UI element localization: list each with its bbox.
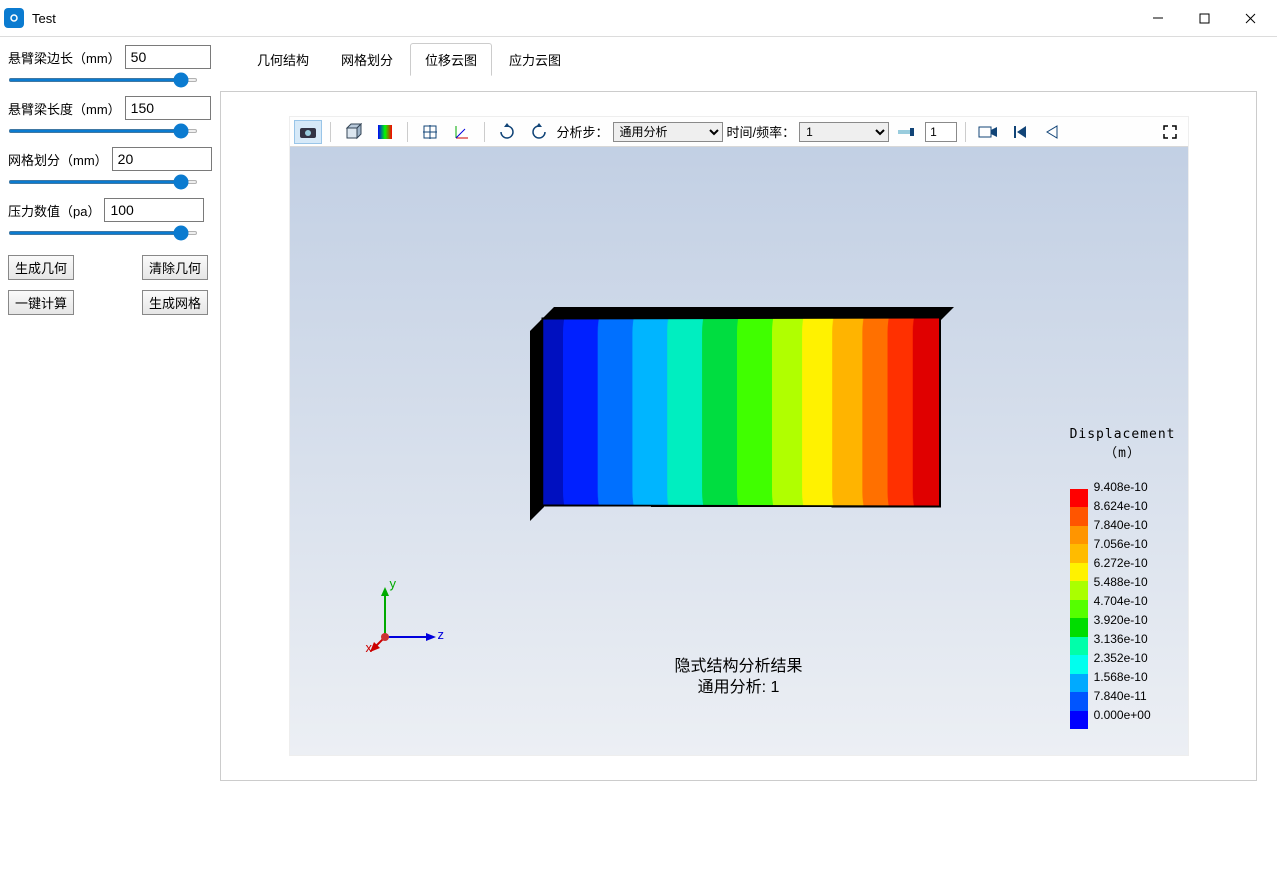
view-cube-icon[interactable] [339,120,367,144]
one-click-calc-button[interactable]: 一键计算 [8,290,74,315]
param-input-2[interactable] [112,147,212,171]
param-label-1: 悬臂梁长度（mm） [8,99,121,118]
legend-value: 9.408e-10 [1094,481,1151,493]
color-legend: Displacement （m） 9.408e-10 8.624e-10 7.840… [1070,427,1176,729]
legend-value: 1.568e-10 [1094,671,1151,683]
clear-geometry-button[interactable]: 清除几何 [142,255,208,280]
close-button[interactable] [1227,2,1273,34]
contour-model [540,317,940,507]
result-caption: 隐式结构分析结果 通用分析: 1 [674,657,802,699]
slider-icon[interactable] [893,120,921,144]
viewport-container: 分析步： 通用分析 时间/频率： 1 [220,91,1257,781]
param-slider-0[interactable] [8,78,198,82]
param-input-0[interactable] [125,45,211,69]
main-panel: 几何结构网格划分位移云图应力云图 分析步： 通用分析 时间/频率： [216,36,1277,889]
frame-spinner[interactable] [925,122,957,142]
fullscreen-icon[interactable] [1156,120,1184,144]
titlebar: Test [0,0,1277,36]
param-input-1[interactable] [125,96,211,120]
axis-xyz-icon[interactable] [448,120,476,144]
legend-value: 2.352e-10 [1094,652,1151,664]
legend-subtitle: （m） [1070,442,1176,461]
axis-y-label: y [390,576,397,591]
legend-value: 3.920e-10 [1094,614,1151,626]
generate-geometry-button[interactable]: 生成几何 [8,255,74,280]
record-icon[interactable] [974,120,1002,144]
caption-line2: 通用分析: 1 [674,678,802,699]
caption-line1: 隐式结构分析结果 [674,657,802,678]
time-freq-select[interactable]: 1 [799,122,889,142]
param-input-3[interactable] [104,198,204,222]
legend-value: 8.624e-10 [1094,500,1151,512]
time-freq-label: 时间/频率： [727,122,796,141]
param-label-2: 网格划分（mm） [8,150,108,169]
tab-1[interactable]: 网格划分 [326,43,408,76]
fit-view-icon[interactable] [416,120,444,144]
tab-3[interactable]: 应力云图 [494,43,576,76]
legend-value: 6.272e-10 [1094,557,1151,569]
legend-value: 5.488e-10 [1094,576,1151,588]
analysis-step-label: 分析步： [557,122,609,141]
colormap-icon[interactable] [371,120,399,144]
generate-mesh-button[interactable]: 生成网格 [142,290,208,315]
sidebar: 悬臂梁边长（mm） 悬臂梁长度（mm） 网格划分（mm） 压力数值（pa） 生成… [0,36,216,889]
legend-title: Displacement [1070,427,1176,442]
legend-value: 7.840e-11 [1094,690,1151,702]
skip-start-icon[interactable] [1006,120,1034,144]
play-reverse-icon[interactable] [1038,120,1066,144]
tab-bar: 几何结构网格划分位移云图应力云图 [220,43,1277,76]
param-slider-3[interactable] [8,231,198,235]
legend-value: 7.840e-10 [1094,519,1151,531]
tab-0[interactable]: 几何结构 [242,43,324,76]
app-icon [4,8,24,28]
maximize-button[interactable] [1181,2,1227,34]
window-title: Test [32,11,1135,26]
tab-2[interactable]: 位移云图 [410,43,492,76]
param-slider-1[interactable] [8,129,198,133]
axis-x-label: x [366,640,373,655]
legend-value: 7.056e-10 [1094,538,1151,550]
param-slider-2[interactable] [8,180,198,184]
legend-value: 3.136e-10 [1094,633,1151,645]
param-label-0: 悬臂梁边长（mm） [8,48,121,67]
viewport-toolbar: 分析步： 通用分析 时间/频率： 1 [290,117,1188,147]
axis-z-label: z [438,627,445,642]
rotate-cw-icon[interactable] [493,120,521,144]
param-label-3: 压力数值（pa） [8,201,100,220]
snapshot-icon[interactable] [294,120,322,144]
minimize-button[interactable] [1135,2,1181,34]
axis-triad: y x z [370,582,450,655]
viewport-3d[interactable]: 分析步： 通用分析 时间/频率： 1 [289,116,1189,756]
analysis-step-select[interactable]: 通用分析 [613,122,723,142]
legend-value: 4.704e-10 [1094,595,1151,607]
legend-value: 0.000e+00 [1094,709,1151,721]
rotate-ccw-icon[interactable] [525,120,553,144]
